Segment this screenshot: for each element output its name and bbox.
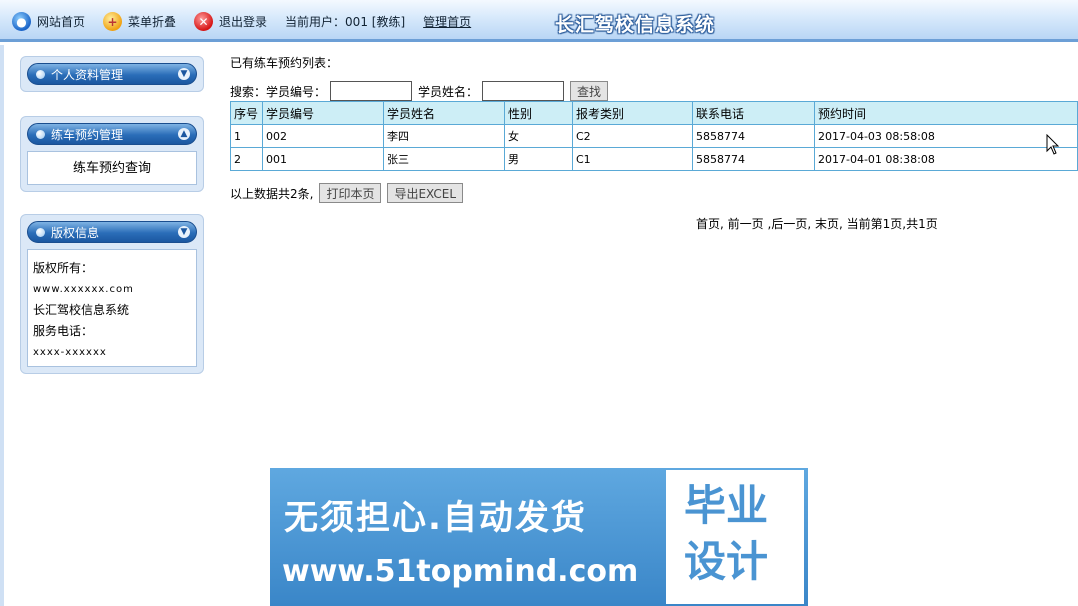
watermark-url: www.51topmind.com [282, 554, 639, 589]
booking-table: 序号 学员编号 学员姓名 性别 报考类别 联系电话 预约时间 1 002 李四 … [230, 101, 1078, 171]
menu-collapse-label: 菜单折叠 [128, 15, 177, 29]
copyright-line: 版权所有： [33, 261, 94, 275]
chevron-up-icon[interactable]: ▲ [178, 128, 190, 140]
table-cell: 2 [230, 147, 263, 171]
top-nav: ● 网站首页 + 菜单折叠 ✕ 退出登录 当前用户：001 [教练] 管理首页 [12, 12, 471, 31]
panel-copyright-title: 版权信息 [51, 225, 100, 240]
sidebar-item-booking-query[interactable]: 练车预约查询 [73, 161, 151, 176]
student-name-input[interactable] [482, 81, 565, 101]
pager-prev[interactable]: 前一页 [728, 217, 764, 231]
col-header: 学员姓名 [383, 101, 505, 125]
panel-copyright: 版权信息 ▼ 版权所有： www.xxxxxx.com 长汇驾校信息系统 服务电… [20, 214, 204, 374]
table-cell: 张三 [383, 147, 505, 171]
col-header: 序号 [230, 101, 263, 125]
logout-label: 退出登录 [219, 15, 268, 29]
menu-collapse-link[interactable]: + 菜单折叠 [103, 12, 176, 31]
home-link-label: 网站首页 [37, 15, 86, 29]
table-row[interactable]: 1 002 李四 女 C2 5858774 2017-04-03 08:58:0… [230, 124, 1078, 148]
list-title: 已有练车预约列表： [230, 56, 339, 70]
system-title: 长汇驾校信息系统 [555, 14, 716, 36]
panel-profile-header[interactable]: 个人资料管理 ▼ [27, 63, 197, 85]
table-cell: 2017-04-03 08:58:08 [814, 124, 1078, 148]
col-header: 联系电话 [692, 101, 815, 125]
chevron-down-icon[interactable]: ▼ [178, 68, 190, 80]
search-bar: 搜索： 学员编号： 学员姓名： 查找 [230, 81, 609, 101]
bullet-icon [36, 227, 45, 237]
watermark-banner: 无须担心.自动发货 www.51topmind.com 毕业 设计 [270, 468, 808, 606]
panel-booking-title: 练车预约管理 [51, 127, 124, 142]
panel-booking-body: 练车预约查询 [27, 151, 197, 185]
table-cell: 李四 [383, 124, 505, 148]
table-cell: C2 [572, 124, 693, 148]
service-phone-value: xxxx-xxxxxx [33, 347, 107, 358]
panel-copyright-body: 版权所有： www.xxxxxx.com 长汇驾校信息系统 服务电话： xxxx… [27, 249, 197, 367]
table-cell: 1 [230, 124, 263, 148]
col-header: 学员编号 [262, 101, 384, 125]
logout-link[interactable]: ✕ 退出登录 [194, 12, 267, 31]
table-cell: 5858774 [692, 124, 815, 148]
copyright-system-name: 长汇驾校信息系统 [33, 303, 130, 317]
bullet-icon [36, 129, 45, 139]
panel-profile: 个人资料管理 ▼ [20, 56, 204, 92]
table-header-row: 序号 学员编号 学员姓名 性别 报考类别 联系电话 预约时间 [230, 101, 1078, 125]
plus-icon: + [103, 12, 123, 31]
search-button[interactable]: 查找 [570, 81, 609, 101]
pager-next[interactable]: ,后一页, [768, 217, 812, 231]
table-footer: 以上数据共2条, 打印本页 导出EXCEL [230, 183, 464, 203]
panel-copyright-header[interactable]: 版权信息 ▼ [27, 221, 197, 243]
panel-booking-header[interactable]: 练车预约管理 ▲ [27, 123, 197, 145]
panel-profile-title: 个人资料管理 [51, 67, 124, 82]
record-count: 以上数据共2条, [230, 186, 314, 201]
table-cell: 001 [262, 147, 384, 171]
close-icon: ✕ [194, 12, 214, 31]
left-edge [0, 45, 4, 606]
col-header: 性别 [504, 101, 573, 125]
bullet-icon [36, 69, 45, 79]
watermark-badge-line2: 设计 [684, 537, 769, 586]
top-bar: ● 网站首页 + 菜单折叠 ✕ 退出登录 当前用户：001 [教练] 管理首页 … [0, 0, 1078, 42]
service-phone-label: 服务电话： [33, 324, 94, 338]
watermark-slogan: 无须担心.自动发货 [284, 498, 587, 538]
copyright-website: www.xxxxxx.com [33, 284, 134, 295]
student-no-input[interactable] [330, 81, 413, 101]
table-row[interactable]: 2 001 张三 男 C1 5858774 2017-04-01 08:38:0… [230, 147, 1078, 171]
table-cell: 5858774 [692, 147, 815, 171]
chevron-down-icon[interactable]: ▼ [178, 226, 190, 238]
admin-home-link[interactable]: 管理首页 [423, 13, 471, 30]
table-cell: C1 [572, 147, 693, 171]
col-header: 预约时间 [814, 101, 1078, 125]
table-cell: 2017-04-01 08:38:08 [814, 147, 1078, 171]
panel-booking: 练车预约管理 ▲ 练车预约查询 [20, 116, 204, 192]
pagination: 首页, 前一页 ,后一页, 末页, 当前第1页,共1页 [696, 215, 938, 232]
pager-first[interactable]: 首页, [696, 217, 724, 231]
table-cell: 002 [262, 124, 384, 148]
current-user: 当前用户：001 [教练] [285, 15, 406, 29]
col-header: 报考类别 [572, 101, 693, 125]
search-label: 搜索： [230, 84, 267, 99]
pager-status: 当前第1页,共1页 [846, 217, 938, 231]
print-button[interactable]: 打印本页 [319, 183, 382, 203]
globe-icon: ● [12, 12, 31, 31]
student-name-label: 学员姓名： [418, 84, 479, 99]
table-cell: 女 [504, 124, 573, 148]
pager-last[interactable]: 末页, [815, 217, 843, 231]
export-excel-button[interactable]: 导出EXCEL [387, 183, 464, 203]
home-link[interactable]: ● 网站首页 [12, 12, 85, 31]
watermark-badge-line1: 毕业 [684, 481, 769, 530]
student-no-label: 学员编号： [266, 84, 327, 99]
table-cell: 男 [504, 147, 573, 171]
watermark-badge: 毕业 设计 [666, 470, 804, 604]
